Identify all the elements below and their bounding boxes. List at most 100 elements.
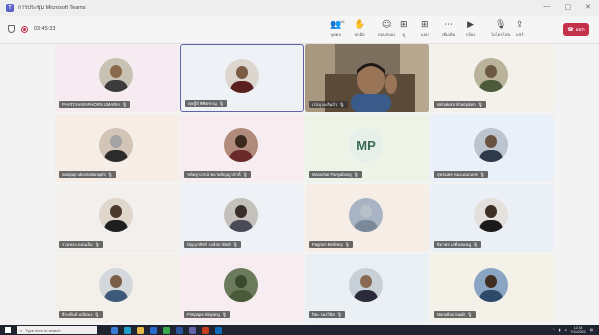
mic-muted-icon: 🎙 (336, 312, 343, 317)
participant-name-tag: Pagrom Berlisey 🎙 (309, 241, 354, 248)
camera-button[interactable]: ▶ กล้อง (466, 19, 475, 38)
title-bar: T การประชุม Microsoft Teams — ▢ ✕ (0, 0, 599, 16)
participant-name-tag: ธิดาพร เลยื่นชอฉมู 🎙 (434, 241, 482, 248)
avatar (99, 128, 133, 162)
more-icon: ⋯ (444, 20, 454, 30)
participant-name-tag: PHATCHARAPHORN UMARIA 🎙 (59, 101, 131, 108)
participant-name-tag: ขนิษฐาภรณ์ พลายตัญญูวภักดิ์ 🎙 (184, 171, 251, 178)
task-view-icon[interactable] (111, 326, 118, 334)
leave-label: ออก (575, 26, 585, 33)
camera-label: กล้อง (466, 32, 476, 37)
participant-name: ขนิษฐาภรณ์ พลายตัญญูวภักดิ์ (187, 172, 241, 177)
avatar (224, 198, 258, 232)
avatar (225, 59, 259, 93)
network-icon[interactable]: ▮ (559, 328, 561, 332)
participant-name: sasipap ubonrattanaphi (62, 172, 106, 177)
participant-name: Marachai Panyabung (312, 172, 352, 177)
reactions-button[interactable]: ☺ ตอบสนอง (378, 19, 395, 38)
participant-tile[interactable]: ธิดาพร เลยื่นชอฉมู 🎙 (430, 184, 554, 252)
more-button[interactable]: ⋯ เพิ่มเติม (442, 19, 455, 38)
participant-name-tag: sirinakorn khamplum 🎙 (434, 101, 486, 108)
avatar (224, 268, 258, 302)
mic-muted-icon: 🎙 (477, 102, 483, 107)
apps-button[interactable]: ⊞ แอป (421, 19, 429, 38)
apps-label: แอป (421, 32, 429, 37)
view-button[interactable]: ⊞ ดู (400, 19, 408, 38)
participant-name-tag: Marachai Panyabung 🎙 (309, 171, 362, 178)
teams-icon[interactable] (189, 326, 196, 334)
close-button[interactable]: ✕ (585, 3, 591, 11)
participant-tile[interactable]: ปิยะ รองวิจิต 🎙 (305, 254, 429, 322)
participant-tile[interactable]: Pimpapa Klayang 🎙 (180, 254, 304, 322)
participant-name: ปิยะ รองวิจิต (312, 312, 335, 317)
mic-muted-icon: 🎙 (467, 312, 473, 317)
participant-tile[interactable]: Nanuthai Saalit 🎙 (430, 254, 554, 322)
participant-name-tag: ปัญญาพัชร์ วงษ์สถาปัตย์ 🎙 (184, 241, 241, 248)
taskbar-search[interactable]: ⌕ Type here to search (17, 326, 97, 334)
participant-tile[interactable]: รวมทอง ดอนเอ็ม 🎙 (55, 184, 179, 252)
participant-tile[interactable]: Pagrom Berlisey 🎙 (305, 184, 429, 252)
minimize-button[interactable]: — (544, 3, 551, 11)
participant-name-tag: Pimpapa Klayang 🎙 (184, 311, 231, 318)
raise-hand-button[interactable]: ✋ ยกมือ (354, 19, 365, 38)
word-icon[interactable] (176, 326, 183, 334)
avatar (474, 268, 508, 302)
participant-name-tag: Nanuthai Saalit 🎙 (434, 311, 476, 318)
view-icon: ⊞ (400, 20, 408, 30)
powerpoint-icon[interactable] (202, 326, 209, 334)
system-clock[interactable]: 12:34 7/11/2022 (570, 326, 585, 334)
participant-tile[interactable]: สุทธนพร ทองเอนกเดช 🎙 (430, 114, 554, 182)
mic-muted-icon: 🎙 (344, 242, 351, 247)
share-button[interactable]: ⇪ แชร์ (516, 19, 524, 38)
leave-button[interactable]: ☎ ออก (563, 23, 589, 36)
participant-tile[interactable]: ขนิษฐาภรณ์ พลายตัญญูวภักดิ์ 🎙 (180, 114, 304, 182)
window-title: การประชุม Microsoft Teams (18, 5, 86, 11)
participant-tile[interactable]: sirinakorn khamplum 🎙 (430, 44, 554, 112)
chrome-icon[interactable] (163, 326, 170, 334)
volume-icon[interactable]: ◂ (565, 328, 567, 332)
teams-logo-icon: T (6, 4, 14, 12)
participant-name-tag: รวมทอง ดอนเอ็ม 🎙 (59, 241, 103, 248)
participant-count-badge: 16 (340, 19, 345, 24)
participant-name: Nanuthai Saalit (437, 312, 466, 317)
participant-tile[interactable]: ปัญญาพัชร์ วงษ์สถาปัตย์ 🎙 (180, 184, 304, 252)
participant-tile[interactable]: MP Marachai Panyabung 🎙 (305, 114, 429, 182)
file-explorer-icon[interactable] (137, 326, 144, 334)
tray-chevron-icon[interactable]: ^ (553, 328, 555, 332)
participant-tile[interactable]: sasipap ubonrattanaphi 🎙 (55, 114, 179, 182)
raise-hand-label: ยกมือ (354, 32, 365, 37)
mic-muted-icon: 🎙 (94, 242, 100, 247)
participant-tile[interactable]: ธีระพันธ์ มณีทอง 🎙 (55, 254, 179, 322)
people-button[interactable]: 👥 16 บุคคล (330, 19, 345, 38)
shield-icon (8, 25, 15, 33)
windows-start-icon[interactable] (5, 327, 11, 333)
edge-icon[interactable] (124, 326, 131, 334)
participant-name: สุทธนพร ทองเอนกเดช (437, 172, 478, 177)
mic-muted-icon: 🎙 (479, 172, 485, 177)
participant-name: ธิดาพร เลยื่นชอฉมู (437, 242, 472, 247)
participant-tile[interactable]: ภาณุ มะลิแก้ว 🎙 (305, 44, 429, 112)
notification-icon[interactable]: ▤ (590, 328, 593, 332)
microphone-button[interactable]: 🎙 ไมโครโฟน (491, 19, 510, 38)
participant-name: ธีระพันธ์ มณีทอง (62, 312, 93, 317)
mic-muted-icon: 🎙 (232, 242, 238, 247)
participant-tile[interactable]: ดุษฎีย์ พิชิตชาญ 🎙 (180, 44, 304, 112)
store-icon[interactable] (150, 326, 157, 334)
avatar (474, 198, 508, 232)
more-label: เพิ่มเติม (442, 32, 456, 37)
participant-tile[interactable]: PHATCHARAPHORN UMARIA 🎙 (55, 44, 179, 112)
participant-name: รวมทอง ดอนเอ็ม (62, 242, 93, 247)
outlook-icon[interactable] (215, 326, 222, 334)
apps-icon: ⊞ (421, 20, 429, 30)
participant-name-tag: ภาณุ มะลิแก้ว 🎙 (309, 101, 348, 108)
participant-name: ภาณุ มะลิแก้ว (312, 102, 338, 107)
participant-name-tag: สุทธนพร ทองเอนกเดช 🎙 (434, 171, 488, 178)
participant-name: ปัญญาพัชร์ วงษ์สถาปัตย์ (187, 242, 231, 247)
avatar (99, 268, 133, 302)
avatar (99, 58, 133, 92)
maximize-button[interactable]: ▢ (565, 3, 572, 11)
avatar (474, 58, 508, 92)
microphone-icon: 🎙 (494, 20, 507, 30)
participant-name: Pimpapa Klayang (187, 312, 220, 317)
mic-muted-icon: 🎙 (339, 102, 345, 107)
